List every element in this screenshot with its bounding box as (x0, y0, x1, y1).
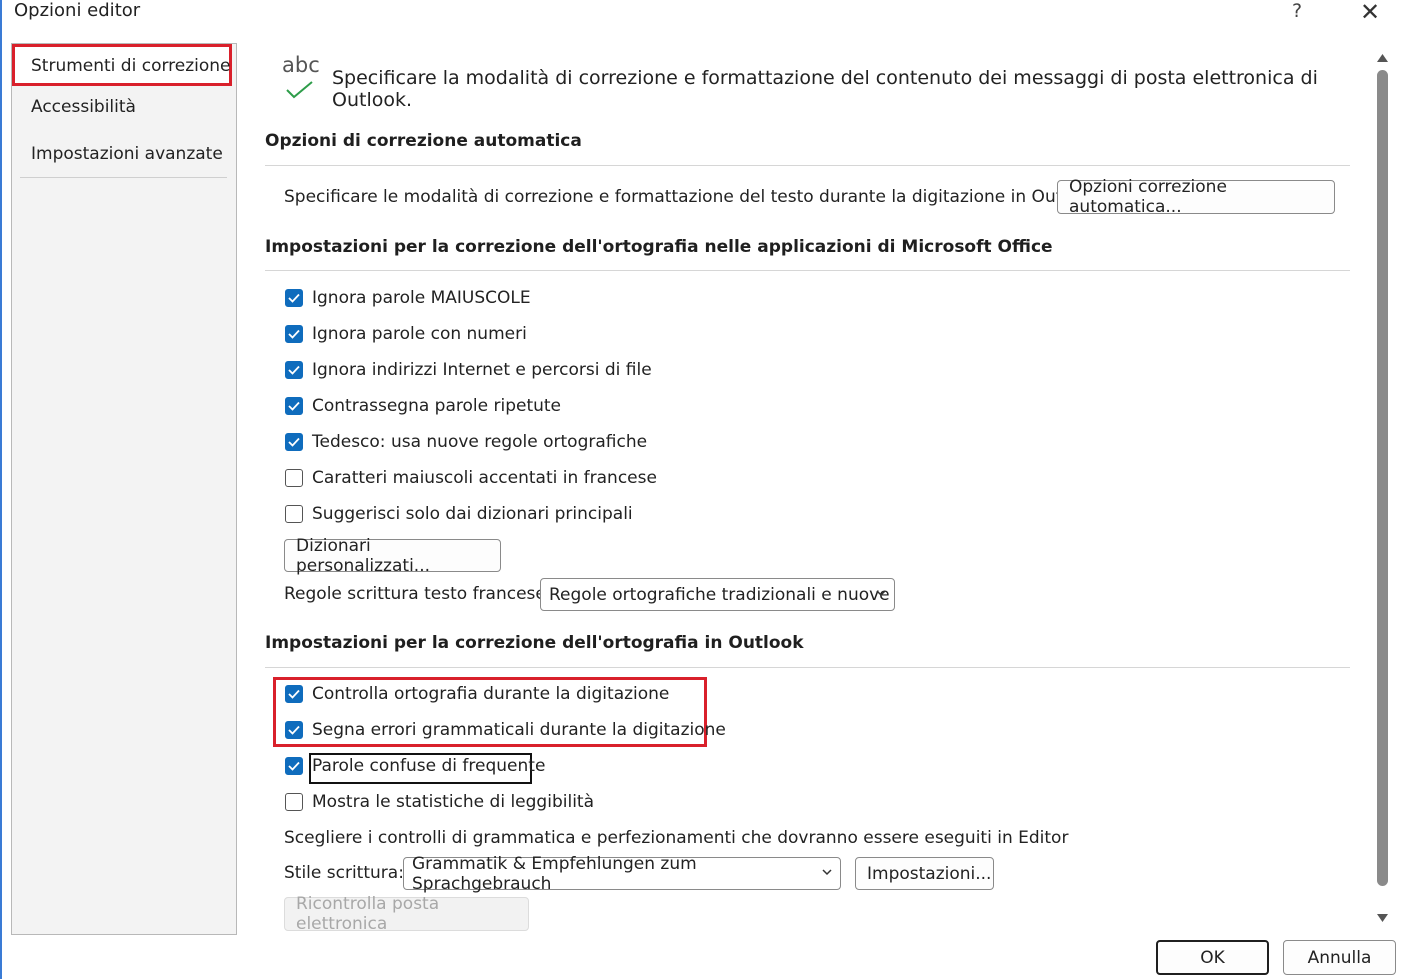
checkbox-label: Ignora parole MAIUSCOLE (312, 288, 531, 308)
custom-dictionaries-button[interactable]: Dizionari personalizzati... (284, 536, 501, 576)
autocorrect-options-button[interactable]: Opzioni correzione automatica... (1057, 177, 1335, 217)
writing-style-select[interactable]: Grammatik & Empfehlungen zum Sprachgebra… (403, 854, 841, 894)
outlook-spelling-heading: Impostazioni per la correzione dell'orto… (265, 633, 804, 653)
autocorrect-heading: Opzioni di correzione automatica (265, 131, 582, 151)
checkbox-label: Mostra le statistiche di leggibilità (312, 792, 594, 812)
cancel-button[interactable]: Annulla (1283, 940, 1396, 975)
checkbox-checked-icon[interactable] (285, 757, 303, 775)
sidebar-divider (20, 177, 227, 178)
checkbox-label: Ignora parole con numeri (312, 324, 527, 344)
chevron-down-icon (822, 869, 832, 876)
checkbox-label: Contrassegna parole ripetute (312, 396, 562, 416)
checkbox-ignore-internet-addresses[interactable]: Ignora indirizzi Internet e percorsi di … (285, 358, 652, 382)
proofing-icon: abc (282, 53, 320, 77)
checkbox-label: Ignora indirizzi Internet e percorsi di … (312, 360, 652, 380)
scroll-down-icon[interactable] (1376, 912, 1389, 924)
checkbox-check-spelling-as-you-type[interactable]: Controlla ortografia durante la digitazi… (285, 682, 669, 706)
section-divider (265, 270, 1350, 271)
section-divider (265, 667, 1350, 668)
checkbox-mark-grammar-errors[interactable]: Segna errori grammaticali durante la dig… (285, 718, 726, 742)
checkbox-unchecked-icon[interactable] (285, 793, 303, 811)
scroll-up-icon[interactable] (1376, 52, 1389, 64)
checkbox-label: Tedesco: usa nuove regole ortografiche (312, 432, 648, 452)
checkbox-checked-icon[interactable] (285, 433, 303, 451)
office-spelling-heading: Impostazioni per la correzione dell'orto… (265, 237, 1053, 257)
checkbox-ignore-numbers[interactable]: Ignora parole con numeri (285, 322, 527, 346)
writing-style-value: Grammatik & Empfehlungen zum Sprachgebra… (412, 853, 697, 894)
checkbox-readability-statistics[interactable]: Mostra le statistiche di leggibilità (285, 790, 594, 814)
window-left-edge (0, 0, 2, 979)
scrollbar[interactable] (1374, 52, 1391, 930)
scrollbar-thumb[interactable] (1377, 70, 1388, 886)
checkbox-label: Segna errori grammaticali durante la dig… (312, 720, 726, 740)
grammar-choose-text: Scegliere i controlli di grammatica e pe… (284, 828, 1069, 848)
checkbox-label: Controlla ortografia durante la digitazi… (312, 684, 670, 704)
checkbox-unchecked-icon[interactable] (285, 469, 303, 487)
checkbox-label: Caratteri maiuscoli accentati in frances… (312, 468, 657, 488)
sidebar-item-strumenti-correzione[interactable]: Strumenti di correzione (31, 56, 231, 76)
checkbox-unchecked-icon[interactable] (285, 505, 303, 523)
section-divider (265, 165, 1350, 166)
close-button[interactable]: ✕ (1360, 0, 1380, 26)
french-modes-select[interactable]: Regole ortografiche tradizionali e nuove (540, 578, 895, 611)
checkbox-checked-icon[interactable] (285, 721, 303, 739)
checkbox-label: Suggerisci solo dai dizionari principali (312, 504, 633, 524)
ok-button[interactable]: OK (1156, 940, 1269, 975)
help-button[interactable]: ? (1292, 0, 1302, 22)
checkbox-ignore-uppercase[interactable]: Ignora parole MAIUSCOLE (285, 286, 531, 310)
checkmark-icon (286, 81, 313, 99)
page-description: Specificare la modalità di correzione e … (332, 67, 1318, 111)
checkbox-checked-icon[interactable] (285, 685, 303, 703)
window-title: Opzioni editor (14, 0, 141, 21)
sidebar: Strumenti di correzione Accessibilità Im… (11, 43, 237, 935)
recheck-email-button: Ricontrolla posta elettronica (284, 894, 529, 934)
checkbox-frequently-confused-words[interactable]: Parole confuse di frequente (285, 754, 545, 778)
autocorrect-description: Specificare le modalità di correzione e … (284, 187, 1104, 207)
sidebar-item-accessibilita[interactable]: Accessibilità (31, 97, 136, 117)
chevron-down-icon (876, 590, 886, 597)
checkbox-german-new-rules[interactable]: Tedesco: usa nuove regole ortografiche (285, 430, 647, 454)
checkbox-flag-repeated-words[interactable]: Contrassegna parole ripetute (285, 394, 561, 418)
sidebar-item-impostazioni-avanzate[interactable]: Impostazioni avanzate (31, 144, 223, 164)
checkbox-label: Parole confuse di frequente (312, 756, 546, 776)
writing-style-label: Stile scrittura: (284, 863, 404, 883)
french-modes-label: Regole scrittura testo francese: (284, 584, 552, 604)
grammar-settings-button[interactable]: Impostazioni... (855, 857, 994, 890)
checkbox-french-accented-uppercase[interactable]: Caratteri maiuscoli accentati in frances… (285, 466, 657, 490)
checkbox-main-dictionary-only[interactable]: Suggerisci solo dai dizionari principali (285, 502, 633, 526)
checkbox-checked-icon[interactable] (285, 361, 303, 379)
checkbox-checked-icon[interactable] (285, 289, 303, 307)
french-modes-value: Regole ortografiche tradizionali e nuove (549, 584, 890, 605)
checkbox-checked-icon[interactable] (285, 325, 303, 343)
checkbox-checked-icon[interactable] (285, 397, 303, 415)
